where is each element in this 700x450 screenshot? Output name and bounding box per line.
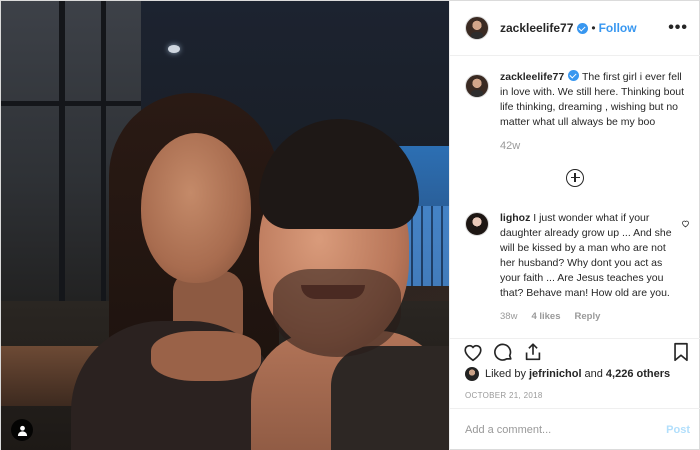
bookmark-icon[interactable] (670, 341, 692, 363)
comment-input[interactable] (465, 424, 667, 436)
photo-window-frame (101, 1, 106, 301)
caption-author-avatar[interactable] (465, 74, 489, 98)
photo-window-frame (1, 101, 141, 106)
photo-man-beard (273, 269, 401, 357)
post-side-panel: zackleelife77 • Follow ••• zackleelife77… (449, 1, 700, 450)
verified-badge-icon (568, 70, 580, 81)
caption-timestamp[interactable]: 42w (500, 140, 690, 152)
comment-body: I just wonder what if your daughter alre… (500, 212, 672, 299)
photo-woman-shoulder (151, 331, 261, 381)
heart-icon[interactable] (462, 341, 484, 363)
follow-button[interactable]: Follow (599, 21, 637, 35)
author-username[interactable]: zackleelife77 (500, 21, 573, 35)
post-header: zackleelife77 • Follow ••• (450, 1, 700, 56)
comment-timestamp[interactable]: 38w (500, 311, 517, 322)
likes-others-count[interactable]: 4,226 others (606, 368, 670, 380)
likes-and: and (584, 368, 603, 380)
photo-window-frame (59, 1, 65, 301)
author-avatar[interactable] (465, 16, 489, 40)
header-separator: • (591, 21, 596, 35)
comment-meta: 38w 4 likes Reply (500, 311, 690, 322)
user-tag-button[interactable] (11, 419, 33, 441)
plus-circle-icon[interactable] (566, 169, 584, 187)
commenter-avatar[interactable] (465, 212, 489, 236)
liker-avatar[interactable] (465, 367, 479, 381)
post-photo[interactable] (1, 1, 449, 450)
likes-prefix: Liked by (485, 368, 526, 380)
photo-man-shirt (331, 346, 449, 450)
reply-button[interactable]: Reply (575, 311, 601, 322)
post-actions (450, 339, 700, 367)
comment-icon[interactable] (492, 341, 514, 363)
post-modal: zackleelife77 • Follow ••• zackleelife77… (0, 0, 700, 450)
liker-username[interactable]: jefrinichol (529, 368, 582, 380)
person-icon (17, 425, 27, 436)
likes-summary: Liked by jefrinichol and 4,226 others (465, 367, 673, 381)
caption-author-username[interactable]: zackleelife77 (500, 71, 564, 83)
post-comment-button[interactable]: Post (666, 424, 690, 436)
comment-text: lighoz I just wonder what if your daught… (500, 211, 674, 301)
comment-item: lighoz I just wonder what if your daught… (465, 211, 690, 322)
verified-badge-icon (577, 22, 589, 34)
comment-likes[interactable]: 4 likes (531, 311, 560, 322)
add-comment-bar: Post (450, 408, 700, 450)
commenter-username[interactable]: lighoz (500, 212, 530, 224)
post-date[interactable]: OCTOBER 21, 2018 (465, 391, 543, 400)
heart-icon[interactable] (681, 219, 690, 228)
post-caption: zackleelife77 The first girl i ever fell… (465, 70, 690, 152)
photo-woman-face (141, 133, 251, 283)
share-icon[interactable] (522, 341, 544, 363)
caption-text: zackleelife77 The first girl i ever fell… (500, 70, 690, 130)
photo-man-mouth (301, 285, 365, 299)
comments-section[interactable]: zackleelife77 The first girl i ever fell… (450, 56, 700, 339)
photo-ceiling-light (168, 45, 180, 53)
more-options-button[interactable]: ••• (668, 19, 688, 37)
